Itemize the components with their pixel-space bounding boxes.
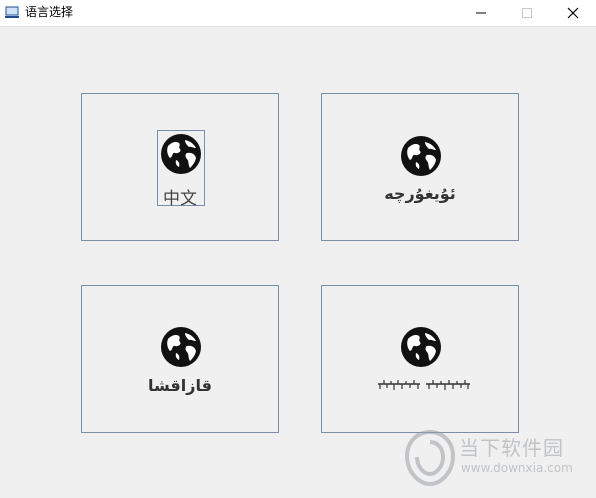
- language-label-uyghur: ئۇيغۇرچە: [384, 184, 456, 203]
- maximize-button[interactable]: [504, 0, 550, 26]
- title-bar: 语言选择: [0, 0, 596, 27]
- language-option-kazakh[interactable]: قازاقشا: [81, 285, 279, 433]
- watermark-logo-icon: [405, 430, 455, 486]
- language-option-mongolian[interactable]: [321, 285, 519, 433]
- maximize-icon: [522, 8, 532, 18]
- window-title: 语言选择: [25, 5, 74, 19]
- language-label-chinese: 中文: [163, 189, 197, 209]
- language-option-chinese[interactable]: 中文: [81, 93, 279, 241]
- watermark-title: 当下软件园: [459, 436, 564, 460]
- minimize-icon: [476, 12, 486, 14]
- globe-icon: [401, 327, 441, 367]
- close-icon: [567, 7, 579, 19]
- language-label-mongolian-script: [378, 380, 470, 390]
- app-computer-icon: [5, 6, 19, 18]
- watermark: 当下软件园 www.downxia.com: [405, 428, 585, 494]
- language-option-uyghur[interactable]: ئۇيغۇرچە: [321, 93, 519, 241]
- close-button[interactable]: [550, 0, 596, 26]
- minimize-button[interactable]: [458, 0, 504, 26]
- globe-icon: [401, 136, 441, 176]
- watermark-url: www.downxia.com: [461, 461, 573, 475]
- globe-icon: [161, 327, 201, 367]
- globe-icon: [161, 134, 201, 174]
- language-label-kazakh: قازاقشا: [148, 376, 212, 395]
